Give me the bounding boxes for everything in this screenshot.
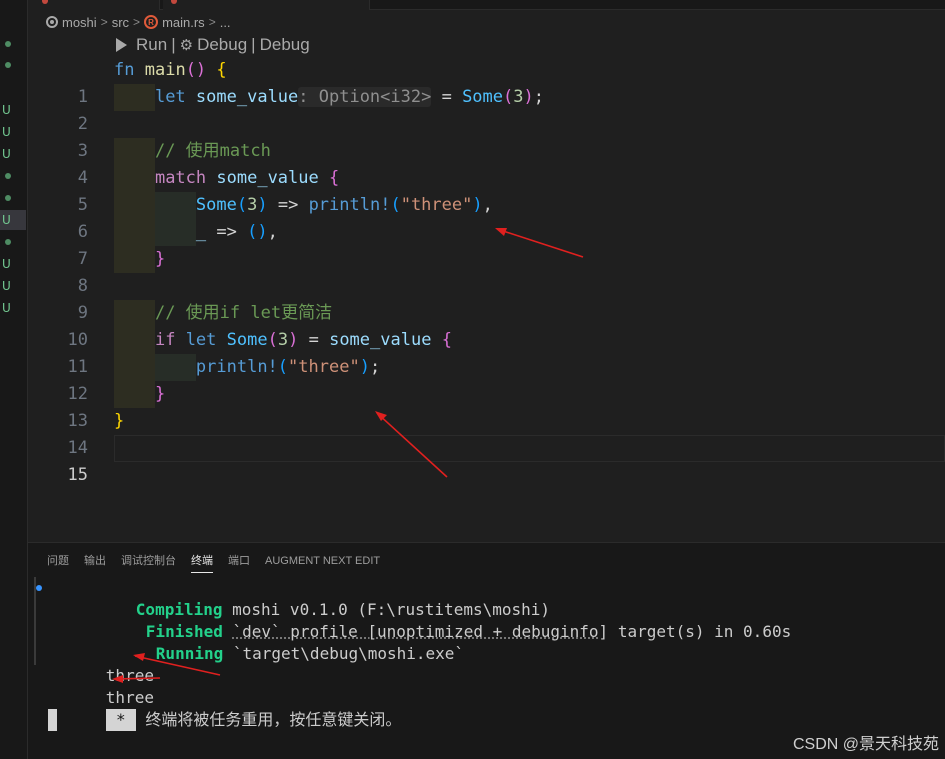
breadcrumb: moshi > src > R main.rs > ... bbox=[46, 12, 231, 32]
code-line: 4 // 使用match bbox=[28, 138, 945, 188]
watermark: CSDN @景天科技苑 bbox=[792, 736, 939, 753]
tab-augment-next-edit[interactable]: AUGMENT NEXT EDIT bbox=[265, 553, 380, 573]
code-text: // 使用if let更简洁 bbox=[114, 300, 332, 327]
git-status-dot-icon bbox=[2, 34, 22, 54]
code-text: match some_value { bbox=[114, 165, 339, 192]
modified-dot-icon bbox=[171, 0, 177, 4]
editor-tab-active[interactable] bbox=[163, 0, 370, 10]
git-untracked-mark: U bbox=[2, 147, 11, 161]
type-inlay-hint: : Option<i32> bbox=[298, 87, 432, 107]
bottom-panel: 问题 输出 调试控制台 终端 端口 AUGMENT NEXT EDIT Comp… bbox=[28, 542, 945, 759]
breadcrumb-file[interactable]: main.rs bbox=[162, 15, 205, 30]
git-status-dot-icon bbox=[2, 188, 22, 208]
command-status-dot-icon[interactable] bbox=[36, 585, 42, 591]
terminal-line: Compiling moshi v0.1.0 (F:\rustitems\mos… bbox=[28, 577, 945, 619]
git-untracked-mark: U bbox=[2, 257, 11, 271]
code-line: 8 } bbox=[28, 246, 945, 296]
tab-terminal[interactable]: 终端 bbox=[191, 553, 213, 573]
code-line: 3 bbox=[28, 111, 945, 161]
code-text: println!("three"); bbox=[114, 354, 380, 381]
chevron-right-icon: > bbox=[133, 15, 141, 29]
code-line: 11 if let Some(3) = some_value { bbox=[28, 327, 945, 377]
terminal-line: three bbox=[28, 643, 945, 685]
breadcrumb-symbol[interactable]: ... bbox=[220, 15, 231, 30]
git-status-dot-icon bbox=[2, 55, 22, 75]
tab-output[interactable]: 输出 bbox=[84, 553, 106, 573]
tab-problems[interactable]: 问题 bbox=[47, 553, 69, 573]
code-editor[interactable]: 1 fn main() { 2 let some_value: Option<i… bbox=[28, 57, 945, 485]
code-text: // 使用match bbox=[114, 138, 271, 165]
editor-tab[interactable] bbox=[28, 0, 160, 10]
code-line-current: 15 bbox=[28, 435, 945, 485]
code-text: Some(3) => println!("three"), bbox=[114, 192, 493, 219]
terminal-cursor bbox=[48, 709, 57, 731]
code-line: 1 fn main() { bbox=[28, 57, 945, 107]
code-text: } bbox=[114, 381, 165, 408]
terminal-output[interactable]: Compiling moshi v0.1.0 (F:\rustitems\mos… bbox=[28, 577, 945, 731]
terminal-line: Running `target\debug\moshi.exe` bbox=[155, 644, 465, 663]
git-untracked-mark: U bbox=[2, 279, 11, 293]
terminal-line: * 终端将被任务重用，按任意键关闭。 bbox=[28, 687, 945, 731]
code-line: 2 let some_value: Option<i32> = Some(3); bbox=[28, 84, 945, 134]
codelens-actions: Run | ⚙ Debug | Debug bbox=[116, 35, 310, 55]
gear-icon: ⚙ bbox=[179, 37, 194, 54]
code-line: 7 _ => (), bbox=[28, 219, 945, 269]
debug-codelens[interactable]: Debug bbox=[197, 35, 247, 55]
code-line: 5 match some_value { bbox=[28, 165, 945, 215]
git-untracked-mark-selected[interactable]: U bbox=[0, 210, 26, 230]
breadcrumb-folder[interactable]: moshi bbox=[62, 15, 97, 30]
terminal-line bbox=[28, 709, 945, 731]
code-text: _ => (), bbox=[114, 219, 278, 246]
git-untracked-mark: U bbox=[2, 301, 11, 315]
modified-dot-icon bbox=[42, 0, 48, 4]
breadcrumb-dir[interactable]: src bbox=[112, 15, 129, 30]
chevron-right-icon: > bbox=[100, 15, 108, 29]
git-status-dot-icon bbox=[2, 232, 22, 252]
codelens-separator: | bbox=[171, 35, 176, 54]
code-line: 6 Some(3) => println!("three"), bbox=[28, 192, 945, 242]
code-line: 14 } bbox=[28, 408, 945, 458]
codelens-separator: | bbox=[251, 35, 256, 54]
tab-ports[interactable]: 端口 bbox=[228, 553, 250, 573]
git-status-dot-icon bbox=[2, 166, 22, 186]
chevron-right-icon: > bbox=[208, 15, 216, 29]
tab-debug-console[interactable]: 调试控制台 bbox=[121, 553, 176, 573]
code-text: } bbox=[114, 246, 165, 273]
code-text: let some_value: Option<i32> = Some(3); bbox=[114, 84, 544, 111]
git-untracked-mark: U bbox=[2, 125, 11, 139]
rust-file-icon: R bbox=[144, 15, 159, 29]
editor-tab-strip bbox=[28, 0, 945, 10]
terminal-line: three bbox=[28, 665, 945, 707]
debug-codelens-2[interactable]: Debug bbox=[260, 35, 310, 55]
play-icon bbox=[116, 38, 127, 52]
panel-tabs: 问题 输出 调试控制台 终端 端口 AUGMENT NEXT EDIT bbox=[47, 553, 380, 573]
terminal-line: Finished `dev` profile [unoptimized + de… bbox=[145, 622, 792, 641]
run-codelens[interactable]: Run bbox=[136, 35, 167, 55]
folder-target-icon bbox=[46, 16, 58, 28]
git-untracked-mark: U bbox=[2, 103, 11, 117]
code-line: 10 // 使用if let更简洁 bbox=[28, 300, 945, 350]
line-number: 15 bbox=[67, 465, 88, 485]
explorer-sidebar: U U U U U U U bbox=[0, 0, 28, 759]
code-line: 9 bbox=[28, 273, 945, 323]
code-text: } bbox=[114, 411, 125, 431]
code-text: fn main() { bbox=[114, 60, 227, 80]
code-line: 13 } bbox=[28, 381, 945, 431]
code-text: if let Some(3) = some_value { bbox=[114, 327, 452, 354]
current-line-highlight bbox=[114, 435, 945, 462]
code-line: 12 println!("three"); bbox=[28, 354, 945, 404]
